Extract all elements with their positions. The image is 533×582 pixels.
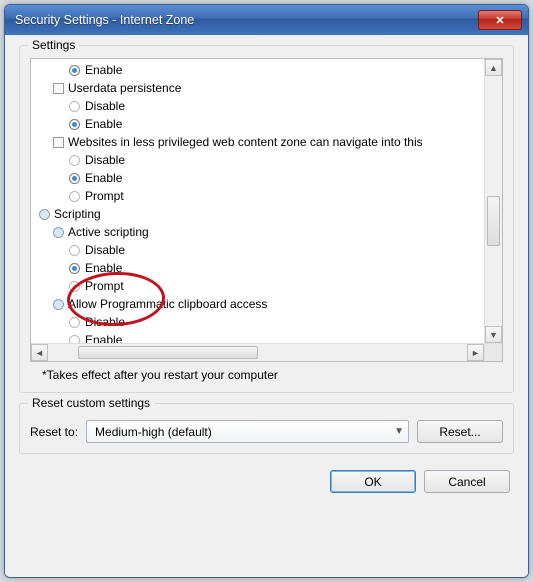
chevron-up-icon: ▲ xyxy=(489,63,498,73)
settings-legend: Settings xyxy=(28,38,79,52)
tree-label: Enable xyxy=(85,115,122,133)
button-label: OK xyxy=(364,475,381,489)
tree-label: Disable xyxy=(85,313,125,331)
tree-item-active-scripting-enable[interactable]: Enable xyxy=(37,259,482,277)
scroll-thumb[interactable] xyxy=(487,196,500,246)
radio-icon xyxy=(69,263,80,274)
radio-icon xyxy=(69,173,80,184)
reset-level-combo[interactable]: Medium-high (default) ▼ xyxy=(86,420,409,443)
chevron-left-icon: ◄ xyxy=(35,348,44,358)
radio-icon xyxy=(69,317,80,328)
tree-item[interactable]: Disable xyxy=(37,241,482,259)
tree-label: Enable xyxy=(85,61,122,79)
radio-icon xyxy=(69,65,80,76)
tree-item[interactable]: Disable xyxy=(37,151,482,169)
chevron-down-icon: ▼ xyxy=(394,426,404,437)
titlebar[interactable]: Security Settings - Internet Zone ✕ xyxy=(5,5,528,35)
close-button[interactable]: ✕ xyxy=(478,10,522,30)
radio-icon xyxy=(69,281,80,292)
category-icon xyxy=(53,83,64,94)
hscroll-thumb[interactable] xyxy=(78,346,258,359)
category-icon xyxy=(53,227,64,238)
cancel-button[interactable]: Cancel xyxy=(424,470,510,493)
tree-item[interactable]: Userdata persistence xyxy=(37,79,482,97)
tree-label: Disable xyxy=(85,241,125,259)
reset-group: Reset custom settings Reset to: Medium-h… xyxy=(19,403,514,454)
tree-item[interactable]: Enable xyxy=(37,61,482,79)
close-icon: ✕ xyxy=(495,14,504,27)
button-label: Reset... xyxy=(439,425,480,439)
restart-note: *Takes effect after you restart your com… xyxy=(42,368,501,382)
combo-value: Medium-high (default) xyxy=(95,425,212,439)
scroll-corner xyxy=(484,343,502,361)
scroll-right-button[interactable]: ► xyxy=(467,344,484,361)
tree-label: Disable xyxy=(85,151,125,169)
hscroll-track[interactable] xyxy=(48,344,467,361)
button-label: Cancel xyxy=(448,475,485,489)
window-title: Security Settings - Internet Zone xyxy=(15,13,478,27)
tree-label: Active scripting xyxy=(68,223,149,241)
tree-item[interactable]: Prompt xyxy=(37,187,482,205)
tree-item[interactable]: Active scripting xyxy=(37,223,482,241)
tree-label: Prompt xyxy=(85,187,124,205)
horizontal-scrollbar[interactable]: ◄ ► xyxy=(31,343,484,361)
ok-button[interactable]: OK xyxy=(330,470,416,493)
radio-icon xyxy=(69,245,80,256)
radio-icon xyxy=(69,101,80,112)
dialog-buttons: OK Cancel xyxy=(19,464,514,493)
tree-item[interactable]: Websites in less privileged web content … xyxy=(37,133,482,151)
tree-item[interactable]: Prompt xyxy=(37,277,482,295)
scroll-left-button[interactable]: ◄ xyxy=(31,344,48,361)
vertical-scrollbar[interactable]: ▲ ▼ xyxy=(484,59,502,343)
tree-label: Userdata persistence xyxy=(68,79,181,97)
tree-label: Allow Programmatic clipboard access xyxy=(68,295,267,313)
category-icon xyxy=(53,299,64,310)
tree-item[interactable]: Scripting xyxy=(37,205,482,223)
tree-label: Prompt xyxy=(85,277,124,295)
tree-label: Scripting xyxy=(54,205,101,223)
chevron-down-icon: ▼ xyxy=(489,330,498,340)
radio-icon xyxy=(69,191,80,202)
tree-item[interactable]: Enable xyxy=(37,169,482,187)
reset-to-label: Reset to: xyxy=(30,425,78,439)
settings-tree[interactable]: Enable Userdata persistence Disable Enab… xyxy=(30,58,503,362)
category-icon xyxy=(39,209,50,220)
scroll-down-button[interactable]: ▼ xyxy=(485,326,502,343)
tree-label: Enable xyxy=(85,259,122,277)
tree-label: Websites in less privileged web content … xyxy=(68,133,423,151)
scroll-track[interactable] xyxy=(485,76,502,326)
chevron-right-icon: ► xyxy=(471,348,480,358)
tree-label: Enable xyxy=(85,169,122,187)
reset-legend: Reset custom settings xyxy=(28,396,154,410)
radio-icon xyxy=(69,119,80,130)
category-icon xyxy=(53,137,64,148)
radio-icon xyxy=(69,155,80,166)
tree-content: Enable Userdata persistence Disable Enab… xyxy=(33,61,482,359)
reset-button[interactable]: Reset... xyxy=(417,420,503,443)
tree-item[interactable]: Allow Programmatic clipboard access xyxy=(37,295,482,313)
dialog-window: Security Settings - Internet Zone ✕ Sett… xyxy=(4,4,529,578)
tree-item[interactable]: Enable xyxy=(37,115,482,133)
tree-item[interactable]: Disable xyxy=(37,313,482,331)
client-area: Settings Enable Userdata persistence Dis… xyxy=(5,35,528,577)
settings-group: Settings Enable Userdata persistence Dis… xyxy=(19,45,514,393)
scroll-up-button[interactable]: ▲ xyxy=(485,59,502,76)
tree-item[interactable]: Disable xyxy=(37,97,482,115)
tree-label: Disable xyxy=(85,97,125,115)
